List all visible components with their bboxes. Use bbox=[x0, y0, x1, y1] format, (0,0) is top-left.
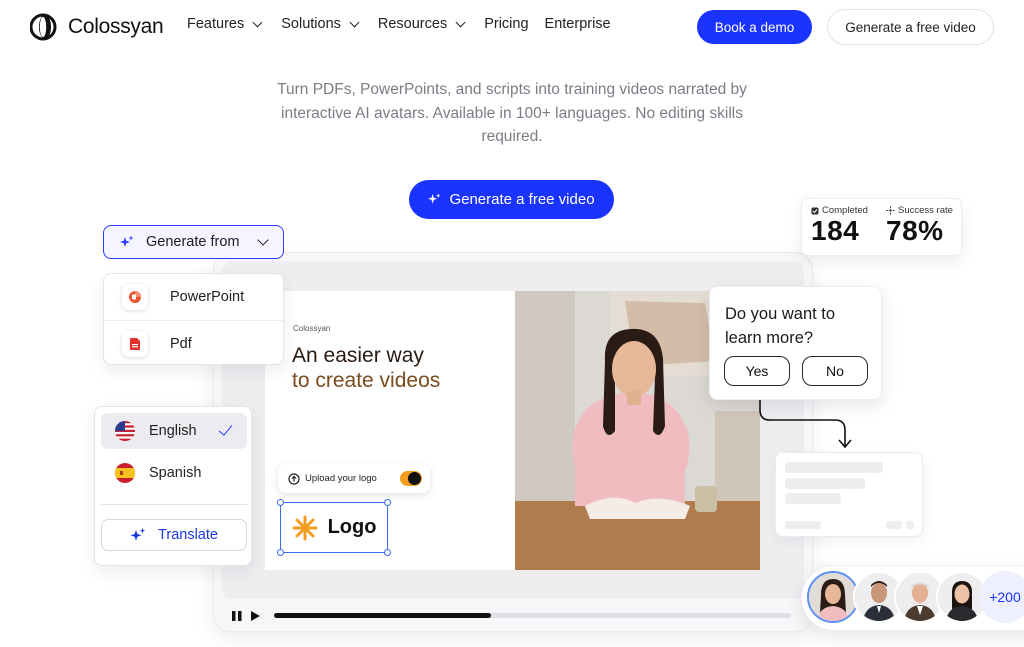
generate-from-label: Generate from bbox=[146, 234, 240, 250]
interactive-question-card: Do you want to learn more? Yes No bbox=[709, 286, 882, 400]
upload-icon bbox=[288, 472, 300, 485]
nav-links: Features Solutions Resources Pricing Ent… bbox=[187, 16, 611, 32]
sparkle-icon bbox=[428, 193, 441, 204]
source-label-pdf: Pdf bbox=[170, 335, 192, 352]
source-label-powerpoint: PowerPoint bbox=[170, 289, 245, 305]
language-item-spanish[interactable]: Spanish bbox=[101, 455, 247, 491]
source-menu: PowerPoint Pdf bbox=[103, 273, 284, 365]
language-panel: English Spanish Translate bbox=[94, 406, 252, 566]
nav-features[interactable]: Features bbox=[187, 16, 265, 32]
slide-title-line2: to create videos bbox=[292, 369, 441, 392]
logo-placeholder[interactable]: Logo bbox=[280, 502, 388, 553]
no-button[interactable]: No bbox=[802, 356, 868, 386]
nav-solutions[interactable]: Solutions bbox=[281, 16, 362, 32]
resize-handle-br[interactable] bbox=[384, 549, 391, 556]
pdf-icon bbox=[122, 330, 148, 357]
stat-success-rate: Success rate 78% bbox=[886, 205, 953, 246]
translate-label: Translate bbox=[158, 527, 218, 543]
pause-icon[interactable] bbox=[231, 610, 243, 622]
slide-brand: Colossyan bbox=[293, 324, 331, 333]
resize-handle-tr[interactable] bbox=[384, 499, 391, 506]
question-text: Do you want to learn more? bbox=[725, 305, 836, 347]
avatar-option[interactable] bbox=[807, 571, 859, 623]
language-label-spanish: Spanish bbox=[149, 465, 202, 481]
success-value: 78% bbox=[886, 215, 944, 246]
stat-completed: Completed 184 bbox=[811, 205, 868, 246]
language-item-english[interactable]: English bbox=[101, 413, 247, 449]
sparkle-icon bbox=[120, 235, 134, 247]
checkmark-icon bbox=[218, 421, 233, 436]
next-scene-placeholder bbox=[775, 452, 923, 537]
hero-subtitle: Turn PDFs, PowerPoints, and scripts into… bbox=[277, 81, 747, 145]
book-demo-button[interactable]: Book a demo bbox=[697, 10, 812, 44]
generate-from-dropdown[interactable]: Generate from bbox=[103, 225, 284, 259]
generate-free-video-label: Generate a free video bbox=[449, 191, 595, 208]
sparkle-icon bbox=[130, 528, 146, 541]
translate-button[interactable]: Translate bbox=[101, 519, 247, 551]
nav-enterprise[interactable]: Enterprise bbox=[545, 16, 611, 32]
logo-toggle-switch[interactable] bbox=[400, 471, 422, 486]
colossyan-logo-icon bbox=[30, 13, 57, 41]
divider bbox=[101, 504, 247, 505]
yes-button[interactable]: Yes bbox=[724, 356, 790, 386]
generate-free-video-nav-button[interactable]: Generate a free video bbox=[827, 9, 994, 45]
top-navigation: Colossyan Features Solutions Resources P… bbox=[0, 0, 1024, 54]
placeholder-bar bbox=[785, 493, 841, 504]
progress-fill bbox=[274, 613, 492, 618]
slide-title: An easier way to create videos bbox=[292, 343, 502, 393]
play-icon[interactable] bbox=[249, 610, 261, 622]
es-flag-icon bbox=[115, 463, 135, 483]
us-flag-icon bbox=[115, 421, 135, 441]
placeholder-bar bbox=[906, 521, 914, 529]
stats-card: Completed 184 Success rate 78% bbox=[801, 198, 962, 256]
placeholder-bar bbox=[785, 521, 821, 529]
generate-free-video-button[interactable]: Generate a free video bbox=[409, 180, 614, 219]
brand-name: Colossyan bbox=[68, 15, 164, 38]
more-avatars-button[interactable]: +200 bbox=[979, 571, 1024, 623]
source-item-powerpoint[interactable]: PowerPoint bbox=[104, 274, 283, 320]
completed-value: 184 bbox=[811, 215, 860, 246]
nav-resources[interactable]: Resources bbox=[378, 16, 468, 32]
progress-bar[interactable] bbox=[274, 613, 791, 618]
placeholder-bar bbox=[785, 478, 865, 489]
slide-title-line1: An easier way bbox=[292, 344, 424, 367]
sparkle-icon bbox=[886, 206, 895, 215]
asterisk-logo-icon bbox=[292, 515, 318, 540]
placeholder-bar bbox=[886, 521, 902, 529]
resize-handle-tl[interactable] bbox=[277, 499, 284, 506]
upload-logo-toggle[interactable]: Upload your logo bbox=[278, 464, 430, 493]
language-label-english: English bbox=[149, 423, 197, 439]
logo-text: Logo bbox=[327, 516, 377, 538]
placeholder-bar bbox=[785, 462, 883, 473]
nav-pricing[interactable]: Pricing bbox=[484, 16, 528, 32]
completed-icon bbox=[811, 207, 819, 214]
source-item-pdf[interactable]: Pdf bbox=[104, 320, 283, 366]
resize-handle-bl[interactable] bbox=[277, 549, 284, 556]
chevron-down-icon bbox=[257, 234, 269, 246]
upload-logo-label: Upload your logo bbox=[305, 473, 377, 484]
powerpoint-icon bbox=[122, 284, 148, 310]
branch-arrow-icon bbox=[759, 400, 852, 449]
colossyan-logo[interactable]: Colossyan bbox=[30, 12, 164, 42]
